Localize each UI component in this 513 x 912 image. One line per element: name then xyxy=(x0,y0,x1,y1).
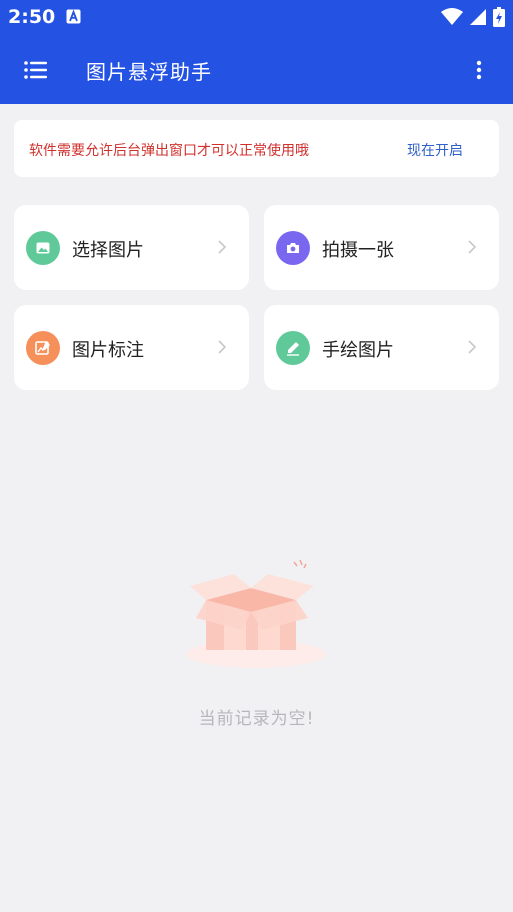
app-bar: 图片悬浮助手 xyxy=(0,36,513,104)
chevron-right-icon xyxy=(467,339,477,355)
chevron-right-icon xyxy=(467,239,477,255)
annotate-image-card[interactable]: 图片标注 xyxy=(14,305,249,390)
empty-box-illustration xyxy=(176,556,336,676)
page-title: 图片悬浮助手 xyxy=(86,60,212,84)
signal-icon xyxy=(469,8,487,30)
card-label: 选择图片 xyxy=(72,240,144,261)
chevron-right-icon xyxy=(217,239,227,255)
hamburger-menu-icon[interactable] xyxy=(22,56,50,84)
battery-charging-icon xyxy=(493,7,505,31)
header: 2:50 图片悬浮助手 xyxy=(0,0,513,104)
app-notification-icon xyxy=(66,9,81,24)
image-annotate-icon xyxy=(26,331,60,365)
card-label: 图片标注 xyxy=(72,340,144,361)
chevron-right-icon xyxy=(217,339,227,355)
status-bar: 2:50 xyxy=(0,0,513,36)
status-icons xyxy=(441,7,505,31)
empty-state-text: 当前记录为空! xyxy=(198,709,315,729)
status-time: 2:50 xyxy=(8,6,56,28)
app-root: 2:50 图片悬浮助手 软件需要允许后台弹出窗口才可以正常使用哦 现在开启 选择… xyxy=(0,0,513,912)
select-image-card[interactable]: 选择图片 xyxy=(14,205,249,290)
enable-now-button[interactable]: 现在开启 xyxy=(407,140,463,160)
pen-icon xyxy=(276,331,310,365)
banner-message: 软件需要允许后台弹出窗口才可以正常使用哦 xyxy=(29,143,309,159)
take-photo-card[interactable]: 拍摄一张 xyxy=(264,205,499,290)
wifi-icon xyxy=(441,8,463,30)
card-label: 手绘图片 xyxy=(322,340,394,361)
hand-draw-card[interactable]: 手绘图片 xyxy=(264,305,499,390)
card-label: 拍摄一张 xyxy=(322,240,394,261)
image-icon xyxy=(26,231,60,265)
camera-icon xyxy=(276,231,310,265)
more-vert-icon[interactable] xyxy=(469,56,489,84)
permission-banner: 软件需要允许后台弹出窗口才可以正常使用哦 现在开启 xyxy=(14,120,499,177)
